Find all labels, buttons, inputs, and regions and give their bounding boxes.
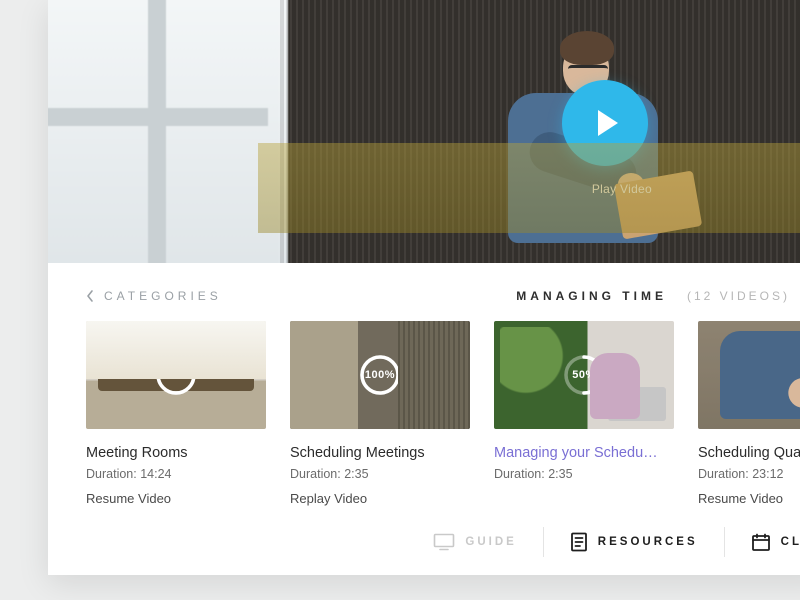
hero-play-label: Play Video	[592, 182, 652, 196]
video-title: Managing your Schedu…	[494, 445, 674, 461]
video-thumbnail: 75%	[86, 321, 266, 429]
hero-play-button[interactable]	[562, 80, 648, 166]
play-icon	[598, 110, 618, 136]
video-duration: Duration: 14:24	[86, 467, 266, 481]
nav-guide[interactable]: GUIDE	[407, 533, 542, 551]
content-card: Play Video CATEGORIES MANAGING TIME (12 …	[48, 0, 800, 575]
video-row: 75% Meeting Rooms Duration: 14:24 Resume…	[48, 311, 800, 506]
nav-resources[interactable]: RESOURCES	[544, 532, 724, 552]
nav-label: RESOURCES	[598, 536, 698, 548]
progress-text: 75%	[164, 369, 188, 381]
progress-ring: 75%	[154, 353, 198, 397]
nav-label: GUIDE	[465, 536, 516, 548]
chevron-left-icon	[86, 289, 94, 303]
progress-ring: 100%	[358, 353, 402, 397]
document-icon	[570, 532, 588, 552]
monitor-icon	[433, 533, 455, 551]
video-card[interactable]: Scheduling Qua Duration: 23:12 Resume Vi…	[698, 321, 800, 506]
category-bar: CATEGORIES MANAGING TIME (12 VIDEOS)	[48, 263, 800, 311]
video-title: Scheduling Meetings	[290, 445, 470, 461]
calendar-icon	[751, 532, 771, 552]
video-title: Scheduling Qua	[698, 445, 800, 461]
video-duration: Duration: 2:35	[494, 467, 674, 481]
progress-text: 100%	[365, 369, 395, 381]
video-card[interactable]: 50% Managing your Schedu… Duration: 2:35	[494, 321, 674, 506]
hero-video: Play Video	[48, 0, 800, 263]
nav-label: CL	[781, 536, 800, 548]
back-label: CATEGORIES	[104, 289, 222, 303]
video-title: Meeting Rooms	[86, 445, 266, 461]
nav-calendar[interactable]: CL	[725, 532, 800, 552]
video-action[interactable]: Resume Video	[86, 491, 266, 506]
video-card[interactable]: 75% Meeting Rooms Duration: 14:24 Resume…	[86, 321, 266, 506]
section-count: (12 VIDEOS)	[687, 289, 790, 303]
video-action[interactable]: Replay Video	[290, 491, 470, 506]
hero-notebook	[614, 170, 703, 239]
video-duration: Duration: 2:35	[290, 467, 470, 481]
progress-text: 50%	[572, 369, 596, 381]
section-title: MANAGING TIME	[516, 289, 667, 303]
progress-ring: 50%	[562, 353, 606, 397]
bottom-nav: GUIDE RESOURCES CL	[407, 527, 800, 557]
video-action[interactable]: Resume Video	[698, 491, 800, 506]
video-card[interactable]: 100% Scheduling Meetings Duration: 2:35 …	[290, 321, 470, 506]
back-to-categories[interactable]: CATEGORIES	[86, 289, 222, 303]
video-thumbnail: 100%	[290, 321, 470, 429]
video-thumbnail	[698, 321, 800, 429]
video-thumbnail: 50%	[494, 321, 674, 429]
video-duration: Duration: 23:12	[698, 467, 800, 481]
